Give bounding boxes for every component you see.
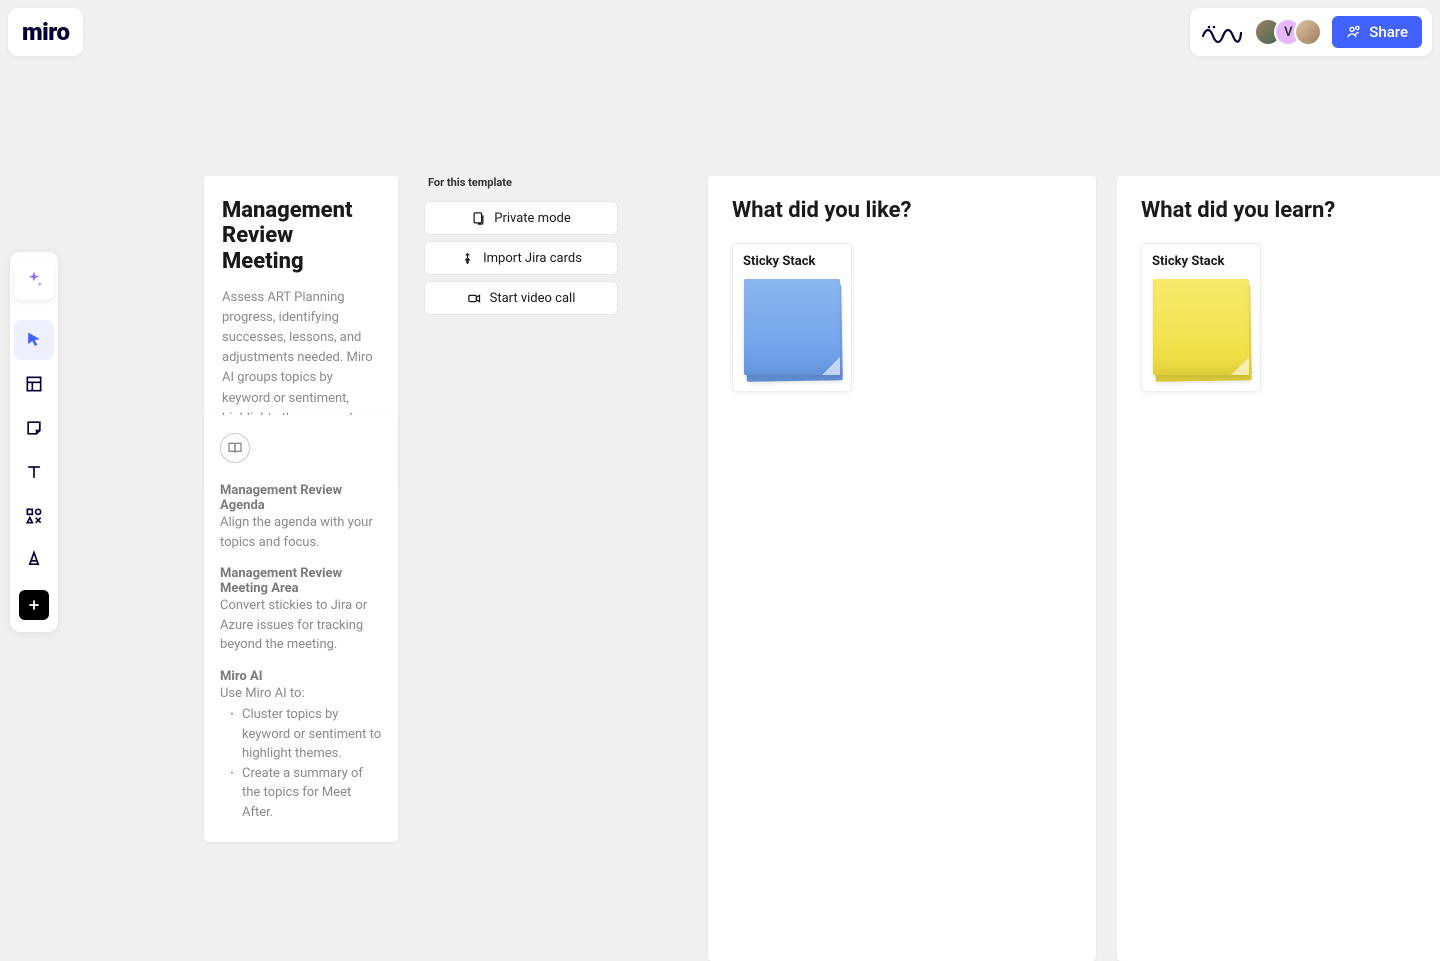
template-actions: For this template Private mode Import Ji… — [424, 176, 618, 321]
note-stack[interactable] — [1153, 279, 1249, 379]
action-label: Import Jira cards — [483, 251, 582, 266]
import-jira-button[interactable]: Import Jira cards — [424, 241, 618, 275]
retro-column-like[interactable]: What did you like? Sticky Stack — [708, 176, 1096, 961]
agenda-sec-body: Use Miro AI to: — [220, 684, 382, 704]
intro-title: Management Review Meeting — [222, 198, 380, 274]
agenda-ai-bullet: Create a summary of the topics for Meet … — [230, 764, 382, 823]
sticky-note[interactable] — [1153, 279, 1249, 375]
video-icon — [467, 291, 482, 306]
retro-column-learn[interactable]: What did you learn? Sticky Stack — [1117, 176, 1440, 961]
jira-icon — [460, 251, 475, 266]
agenda-card[interactable]: Management Review Agenda Align the agend… — [204, 415, 398, 842]
book-icon — [220, 433, 250, 463]
agenda-ai-bullet: Cluster topics by keyword or sentiment t… — [230, 705, 382, 764]
sticky-stack[interactable]: Sticky Stack — [732, 243, 852, 392]
template-actions-header: For this template — [424, 176, 618, 189]
agenda-sec-title: Management Review Meeting Area — [220, 566, 382, 596]
column-title: What did you like? — [732, 198, 1072, 223]
start-video-button[interactable]: Start video call — [424, 281, 618, 315]
column-title: What did you learn? — [1141, 198, 1433, 223]
sticky-stack-label: Sticky Stack — [743, 254, 815, 269]
private-mode-button[interactable]: Private mode — [424, 201, 618, 235]
agenda-sec-title: Miro AI — [220, 669, 382, 684]
sticky-stack-label: Sticky Stack — [1152, 254, 1224, 269]
agenda-sec-body: Align the agenda with your topics and fo… — [220, 513, 382, 552]
note-stack[interactable] — [744, 279, 840, 379]
sticky-note[interactable] — [744, 279, 840, 375]
action-label: Private mode — [494, 211, 570, 226]
agenda-ai-list: Cluster topics by keyword or sentiment t… — [220, 705, 382, 822]
agenda-sec-title: Management Review Agenda — [220, 483, 382, 513]
sticky-stack[interactable]: Sticky Stack — [1141, 243, 1261, 392]
canvas[interactable]: Management Review Meeting Assess ART Pla… — [0, 0, 1440, 961]
action-label: Start video call — [490, 291, 576, 306]
agenda-sec-body: Convert stickies to Jira or Azure issues… — [220, 596, 382, 655]
private-mode-icon — [471, 211, 486, 226]
